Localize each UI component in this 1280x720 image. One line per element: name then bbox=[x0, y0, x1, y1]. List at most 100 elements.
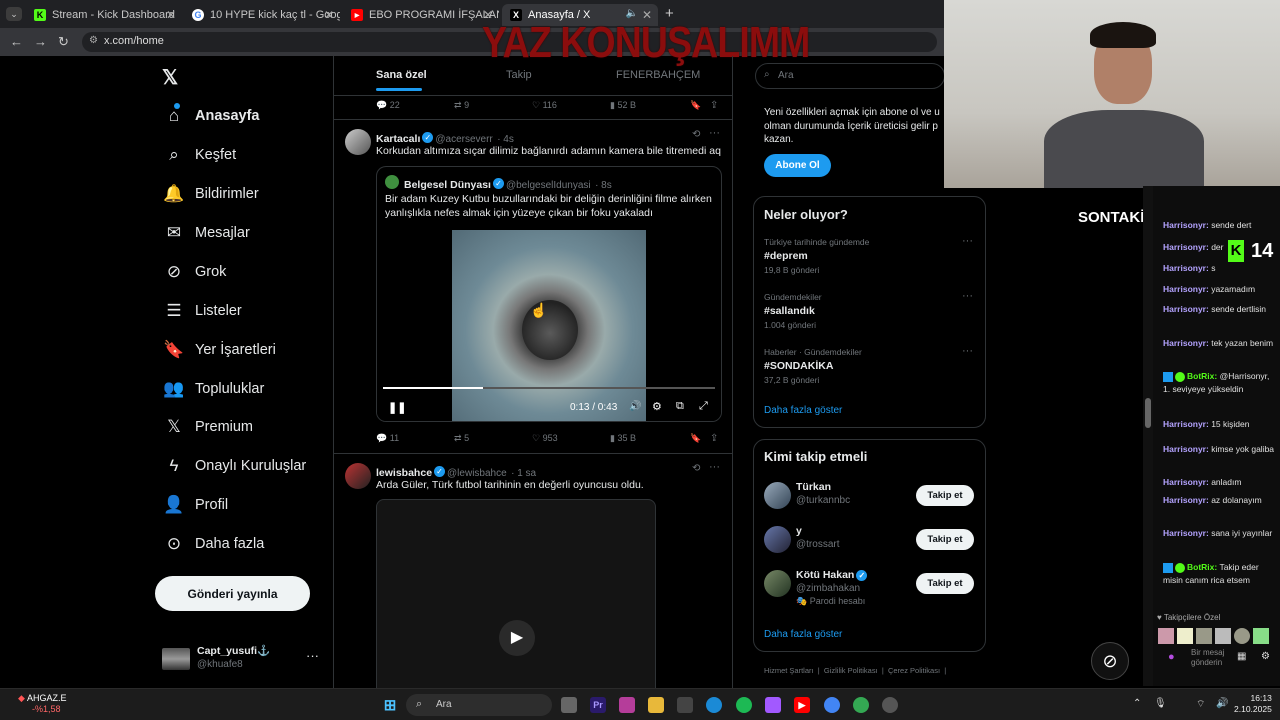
chat-username[interactable]: Harrisonyr: bbox=[1163, 284, 1209, 294]
share-icon[interactable]: ⇪ bbox=[710, 100, 718, 111]
chat-username[interactable]: Harrisonyr: bbox=[1163, 419, 1209, 429]
reload-icon[interactable]: ↻ bbox=[58, 34, 69, 50]
grok-icon[interactable]: ⟲ bbox=[692, 463, 700, 474]
bookmark-icon[interactable]: 🔖 bbox=[690, 100, 701, 111]
wifi-icon[interactable]: ⌔ bbox=[1196, 698, 1205, 711]
sidebar-item-9[interactable]: 𝕏 Premium bbox=[163, 413, 253, 441]
account-switcher[interactable]: Capt_yusufi⚓ @khuafe8 ··· bbox=[160, 642, 340, 678]
avatar[interactable] bbox=[764, 570, 791, 597]
show-more-link[interactable]: Daha fazla göster bbox=[764, 629, 842, 640]
chat-username[interactable]: BotRix: bbox=[1187, 371, 1217, 381]
more-icon[interactable]: ··· bbox=[962, 290, 973, 302]
search-input[interactable]: ⌕ Ara bbox=[755, 63, 945, 89]
more-icon[interactable]: ··· bbox=[962, 235, 973, 247]
avatar[interactable] bbox=[345, 463, 371, 489]
repost-button[interactable]: ⇄ 9 bbox=[454, 100, 469, 111]
sidebar-item-2[interactable]: ⌕ Keşfet bbox=[163, 141, 236, 169]
emote-icon[interactable] bbox=[1234, 628, 1250, 644]
more-icon[interactable]: ··· bbox=[306, 648, 319, 663]
fullscreen-icon[interactable]: ⤢ bbox=[699, 400, 708, 413]
copilot-icon[interactable] bbox=[619, 697, 635, 713]
views-button[interactable]: ▮ 35 B bbox=[610, 433, 636, 444]
tab-following[interactable]: Takip bbox=[506, 69, 532, 81]
tab-search-icon[interactable]: ⌄ bbox=[6, 7, 22, 21]
sidebar-item-4[interactable]: ✉ Mesajlar bbox=[163, 219, 250, 247]
taskbar-search[interactable]: ⌕ Ara bbox=[406, 694, 552, 716]
trend-item[interactable]: Haberler · Gündemdekiler #SONDAKİKA 37,2 B… bbox=[764, 345, 974, 385]
spotify-icon[interactable] bbox=[736, 697, 752, 713]
chat-username[interactable]: Harrisonyr: bbox=[1163, 528, 1209, 538]
more-icon[interactable]: ··· bbox=[962, 345, 973, 357]
like-button[interactable]: ♡ 116 bbox=[532, 100, 557, 111]
subscribe-button[interactable]: Abone Ol bbox=[764, 154, 831, 177]
windows-start-icon[interactable]: ⊞ bbox=[382, 697, 398, 714]
sidebar-item-5[interactable]: ⊘ Grok bbox=[163, 258, 227, 286]
chat-username[interactable]: Harrisonyr: bbox=[1163, 338, 1209, 348]
grok-icon[interactable]: ⊘ bbox=[1091, 642, 1129, 680]
share-icon[interactable]: ⇪ bbox=[710, 433, 718, 444]
microphone-icon[interactable]: ● bbox=[1168, 651, 1175, 663]
emote-icon[interactable] bbox=[1158, 628, 1174, 644]
premiere-icon[interactable]: Pr bbox=[590, 697, 606, 713]
gift-icon[interactable]: ▦ bbox=[1237, 651, 1246, 662]
more-icon[interactable]: ··· bbox=[709, 127, 720, 139]
edge-icon[interactable] bbox=[706, 697, 722, 713]
video-player[interactable]: ☝ ❚❚ 0:13 / 0:43 🔊 ⚙ ⧉ ⤢ bbox=[377, 230, 721, 421]
follow-suggestion[interactable]: Türkan @turkannbc Takip et bbox=[764, 480, 979, 520]
volume-icon[interactable]: 🔊 bbox=[629, 401, 641, 412]
bookmark-icon[interactable]: 🔖 bbox=[690, 433, 701, 444]
chrome-icon[interactable] bbox=[853, 697, 869, 713]
reply-button[interactable]: 💬 22 bbox=[376, 100, 400, 111]
browser-tab-kick[interactable]: K Stream - Kick Dashboard ✕ bbox=[26, 4, 182, 26]
footer-link[interactable]: Gizlilik Politikası bbox=[824, 666, 878, 675]
grok-icon[interactable]: ⟲ bbox=[692, 129, 700, 140]
chat-username[interactable]: Harrisonyr: bbox=[1163, 263, 1209, 273]
chat-username[interactable]: Harrisonyr: bbox=[1163, 304, 1209, 314]
scrollbar-thumb[interactable] bbox=[1145, 398, 1151, 428]
figma-icon[interactable] bbox=[765, 697, 781, 713]
store-icon[interactable] bbox=[677, 697, 693, 713]
emote-icon[interactable] bbox=[1196, 628, 1212, 644]
chat-username[interactable]: Harrisonyr: bbox=[1163, 444, 1209, 454]
follow-button[interactable]: Takip et bbox=[916, 573, 974, 594]
chat-input[interactable]: Bir mesaj gönderin bbox=[1191, 648, 1231, 668]
chat-username[interactable]: Harrisonyr: bbox=[1163, 220, 1209, 230]
tab-fenerbahce[interactable]: FENERBAHÇEM bbox=[616, 69, 700, 81]
follow-suggestion[interactable]: y @trossart Takip et bbox=[764, 524, 979, 564]
tray-chevron-icon[interactable]: ⌃ bbox=[1133, 698, 1141, 709]
emote-icon[interactable] bbox=[1253, 628, 1269, 644]
show-more-link[interactable]: Daha fazla göster bbox=[764, 405, 842, 416]
close-icon[interactable]: ✕ bbox=[324, 8, 334, 22]
avatar[interactable] bbox=[345, 129, 371, 155]
chat-scrollbar[interactable] bbox=[1143, 186, 1153, 686]
pause-icon[interactable]: ❚❚ bbox=[388, 401, 406, 414]
trend-item[interactable]: Türkiye tarihinde gündemde #deprem 19,8 B … bbox=[764, 235, 974, 275]
app-icon[interactable] bbox=[882, 697, 898, 713]
sidebar-item-10[interactable]: ϟ Onaylı Kuruluşlar bbox=[163, 452, 307, 480]
quote-tweet[interactable]: Belgesel Dünyası ✓ @belgeselIdunyasi · 8s … bbox=[376, 166, 722, 422]
video-player[interactable]: ▶ bbox=[376, 499, 656, 688]
tab-for-you[interactable]: Sana özel bbox=[376, 69, 427, 81]
avatar[interactable] bbox=[764, 482, 791, 509]
forward-icon[interactable]: → bbox=[34, 34, 47, 49]
microphone-icon[interactable]: 🎙 bbox=[1154, 698, 1167, 709]
browser-tab-google[interactable]: G 10 HYPE kick kaç tl - Google'da ✕ bbox=[184, 4, 340, 26]
video-progress-track[interactable] bbox=[383, 387, 715, 389]
sidebar-item-6[interactable]: ☰ Listeler bbox=[163, 297, 241, 325]
more-icon[interactable]: ··· bbox=[709, 461, 720, 473]
repost-button[interactable]: ⇄ 5 bbox=[454, 433, 469, 444]
sidebar-item-7[interactable]: 🔖 Yer İşaretleri bbox=[163, 336, 275, 364]
follow-button[interactable]: Takip et bbox=[916, 485, 974, 506]
avatar[interactable] bbox=[764, 526, 791, 553]
site-info-icon[interactable]: ⚙ bbox=[89, 35, 98, 46]
weather-widget[interactable]: ◆ AHGAZ.E -%1,58 bbox=[18, 693, 66, 714]
back-icon[interactable]: ← bbox=[10, 34, 23, 49]
footer-link[interactable]: Çerez Politikası bbox=[888, 666, 940, 675]
settings-icon[interactable]: ⚙ bbox=[652, 400, 662, 413]
chat-username[interactable]: Harrisonyr: bbox=[1163, 495, 1209, 505]
folder-icon[interactable] bbox=[648, 697, 664, 713]
sidebar-item-3[interactable]: 🔔 Bildirimler bbox=[163, 180, 258, 208]
sidebar-item-12[interactable]: ⊙ Daha fazla bbox=[163, 530, 264, 558]
close-icon[interactable]: ✕ bbox=[166, 8, 176, 22]
play-icon[interactable]: ▶ bbox=[499, 620, 535, 656]
